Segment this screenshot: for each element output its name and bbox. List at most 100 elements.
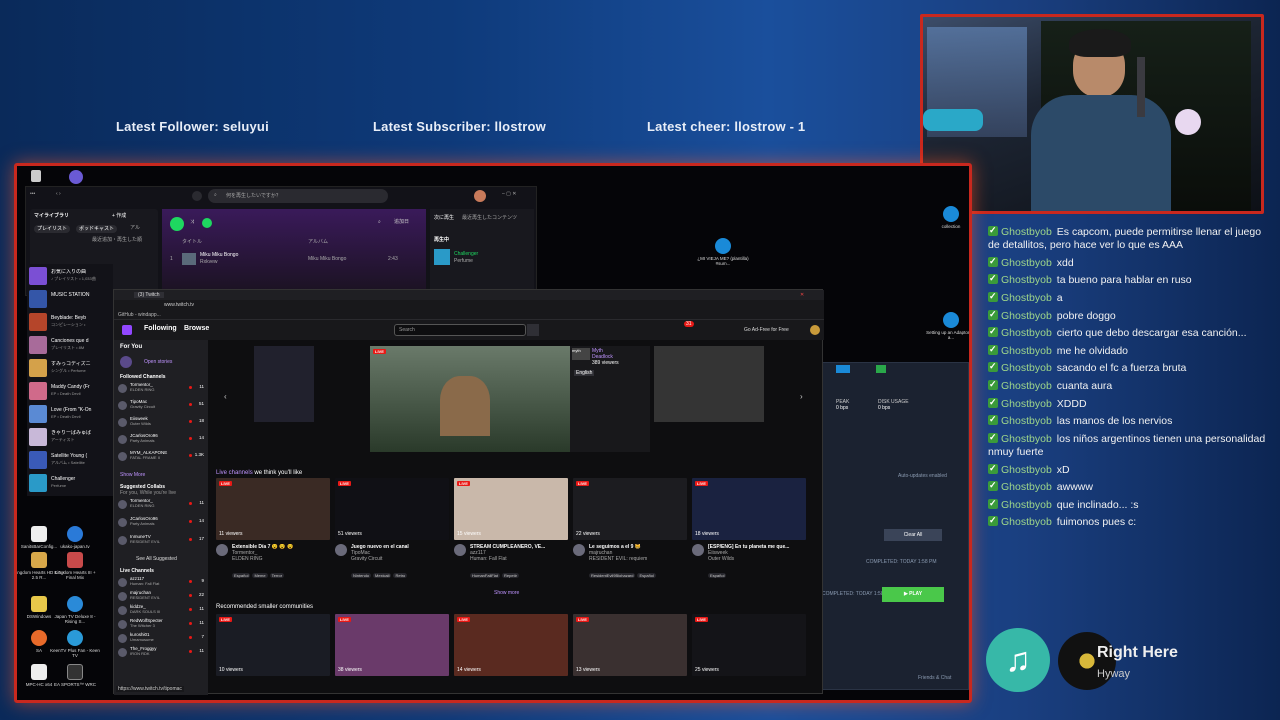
stream-tag[interactable]: Nintendo <box>351 573 372 578</box>
see-all-suggested[interactable]: See All Suggested <box>136 556 177 562</box>
stream-card[interactable]: LIVE 51 viewers Juego nuevo en el canal Tip… <box>335 478 449 578</box>
recommended-stream-card[interactable]: LIVE 14 viewers <box>454 614 568 676</box>
sidebar-channel[interactable]: majruchan RESIDENT EVIL 22 <box>118 590 206 604</box>
sidebar-channel[interactable]: TipoMac Gravity Circuit 51 <box>118 399 206 416</box>
library-item[interactable]: きゃりーぱみゅぱ アーティスト <box>29 427 113 448</box>
library-item[interactable]: Love (From "K-On EP • Death Devil <box>29 404 113 425</box>
sidebar-channel[interactable]: Eiisweek Outer Wilds 18 <box>118 416 206 433</box>
filter-chip[interactable]: アル <box>130 225 140 231</box>
sidebar-channel[interactable]: azz117 Human: Fall Flat 9 <box>118 576 206 590</box>
sidebar-channel[interactable]: kuroshi01 Umamusume 7 <box>118 632 206 646</box>
game-name[interactable]: Human: Fall Flat <box>470 556 507 562</box>
stream-tag[interactable]: Meme <box>252 573 268 578</box>
search-icon[interactable]: ⌕ <box>378 219 381 225</box>
home-icon[interactable] <box>192 191 202 201</box>
game-name[interactable]: ELDEN RING <box>232 556 263 562</box>
browser-tab[interactable]: (3) Twitch <box>134 292 164 298</box>
stream-tag[interactable]: HumanFallFlat <box>470 573 501 578</box>
carousel-next-thumb[interactable] <box>654 346 764 422</box>
sort-label[interactable]: 最近追加・再生した順 <box>92 237 142 243</box>
app-shortcut-icon[interactable] <box>69 170 83 184</box>
desktop-icon[interactable]: KeenTV Plus Fan - Keen TV <box>49 630 101 658</box>
library-item[interactable]: すみっコディズニ シングル • Perfume <box>29 358 113 379</box>
channel-avatar[interactable] <box>692 544 704 556</box>
game-name[interactable]: Outer Wilds <box>708 556 734 562</box>
desktop-icon[interactable]: EA SPORTS™ WRC <box>49 664 101 687</box>
stream-tag[interactable]: Español <box>232 573 251 578</box>
sidebar-channel[interactable]: InmuneTV RESIDENT EVIL 17 <box>118 534 206 552</box>
tab-queue[interactable]: 次に再生 <box>434 215 454 221</box>
desktop-icon[interactable]: Setting up an Adaptor for a... <box>925 312 969 340</box>
stream-card[interactable]: LIVE 22 viewers Le seguimos a el 9 😸 majruc… <box>573 478 687 578</box>
avatar[interactable] <box>474 190 486 202</box>
game-name[interactable]: Gravity Circuit <box>351 556 382 562</box>
desktop-icon[interactable]: Kingdom Hearts III + Final Mix <box>49 552 101 580</box>
sidebar-channel[interactable]: The_Froggyy IRON RDK 11 <box>118 646 206 660</box>
channel-avatar[interactable] <box>573 544 585 556</box>
clear-all-button[interactable]: Clear All <box>884 529 942 541</box>
stream-thumbnail[interactable]: LIVE 25 viewers <box>692 614 806 676</box>
stream-card[interactable]: LIVE 18 viewers [ESP/ENG] En tu planeta me… <box>692 478 806 578</box>
sidebar-channel[interactable]: MYM_ALKAPONE FATAL FRAME II 1.3K <box>118 450 206 467</box>
nav-following[interactable]: Following <box>144 325 177 332</box>
desktop-icon[interactable]: ¿MI VIEJA ME? (plantilla) #sum... <box>697 238 749 266</box>
shuffle-icon[interactable]: ⤨ <box>190 219 194 225</box>
sidebar-channel[interactable]: Tormentor_ ELDEN RING 11 <box>118 498 206 516</box>
sidebar-channel[interactable]: JCarlosOro96 Party Animals 14 <box>118 433 206 450</box>
avatar[interactable] <box>810 325 820 335</box>
stream-thumbnail[interactable]: LIVE 11 viewers <box>216 478 330 540</box>
carousel-left-arrow[interactable]: ‹ <box>224 392 227 401</box>
stream-thumbnail[interactable]: LIVE 38 viewers <box>335 614 449 676</box>
window-controls[interactable]: – ▢ ✕ <box>502 191 516 197</box>
sidebar-channel[interactable]: RedWolfSpecter The Witcher 3 11 <box>118 618 206 632</box>
open-stories[interactable]: Open stories <box>144 359 172 365</box>
show-more-link[interactable]: Show More <box>120 472 145 478</box>
recommended-stream-card[interactable]: LIVE 10 viewers <box>216 614 330 676</box>
twitch-logo-icon[interactable] <box>122 325 132 335</box>
desktop-icon[interactable]: collection <box>925 206 969 229</box>
stream-thumbnail[interactable]: LIVE 13 viewers <box>573 614 687 676</box>
recycle-bin-icon[interactable] <box>31 170 41 182</box>
stream-thumbnail[interactable]: LIVE 22 viewers <box>573 478 687 540</box>
stream-tag[interactable]: Retro <box>393 573 408 578</box>
stream-thumbnail[interactable]: LIVE 10 viewers <box>216 614 330 676</box>
featured-stream-player[interactable]: LIVE <box>370 346 570 452</box>
library-item[interactable]: Maddy Candy (Fr EP • Death Devil <box>29 381 113 402</box>
stream-thumbnail[interactable]: LIVE 51 viewers <box>335 478 449 540</box>
show-more-button[interactable]: Show more <box>494 590 519 596</box>
filter-chip[interactable]: ポッドキャスト <box>76 225 118 233</box>
stream-tag[interactable]: ResidentEvil9Biohazard <box>589 573 636 578</box>
stream-thumbnail[interactable]: LIVE 15 viewers <box>454 478 568 540</box>
stream-thumbnail[interactable]: LIVE 14 viewers <box>454 614 568 676</box>
order-label[interactable]: 追加日 <box>394 219 409 225</box>
play-button[interactable] <box>170 217 184 231</box>
stream-card[interactable]: LIVE 11 viewers Extensible Día 7 😵 😵 😵 Torm… <box>216 478 330 578</box>
track-row[interactable]: 1 Miku Miku Bongo Rxkvew Miku Miku Bongo… <box>162 251 426 267</box>
stream-tag[interactable]: Terror <box>269 573 285 578</box>
sidebar-channel[interactable]: kidd2e_ DARK SOULS III 11 <box>118 604 206 618</box>
library-item[interactable]: MUSIC STATION <box>29 289 113 310</box>
play-game-button[interactable]: ▶ PLAY <box>882 587 944 602</box>
carousel-right-arrow[interactable]: › <box>800 392 803 401</box>
recommended-stream-card[interactable]: LIVE 38 viewers <box>335 614 449 676</box>
live-channels-title[interactable]: Live channels <box>216 470 253 476</box>
back-icon[interactable]: ‹ › <box>56 191 61 197</box>
twitch-search-input[interactable]: Search <box>394 324 526 336</box>
stream-card[interactable]: LIVE 15 viewers STREAM CUMPLEAÑERO, VE... a… <box>454 478 568 578</box>
desktop-icon[interactable]: ukako-japan.tv <box>49 526 101 549</box>
stream-tag[interactable]: Repetir <box>502 573 519 578</box>
stream-thumbnail[interactable]: LIVE 18 viewers <box>692 478 806 540</box>
stream-tag[interactable]: Español <box>708 573 727 578</box>
menu-icon[interactable]: ••• <box>30 191 35 197</box>
tab-recent[interactable]: 最近再生したコンテンツ <box>462 215 517 221</box>
ad-free-button[interactable]: Go Ad-Free for Free <box>744 327 789 333</box>
sidebar-channel[interactable]: JCarlosOro96 Party Animals 14 <box>118 516 206 534</box>
game-name[interactable]: RESIDENT EVIL: requiem <box>589 556 647 562</box>
filter-chip[interactable]: プレイリスト <box>34 225 71 233</box>
desktop-icon[interactable]: Japan TV Deluxe 8 - Rising S... <box>49 596 101 624</box>
recommended-stream-card[interactable]: LIVE 25 viewers <box>692 614 806 676</box>
music-search-input[interactable]: ⌕ 何を再生したいですか？ <box>208 189 388 203</box>
search-icon[interactable] <box>527 324 539 336</box>
library-item[interactable]: Satellite Young (アルバム • Satellite <box>29 450 113 471</box>
window-close-icon[interactable]: ✕ <box>800 292 804 298</box>
